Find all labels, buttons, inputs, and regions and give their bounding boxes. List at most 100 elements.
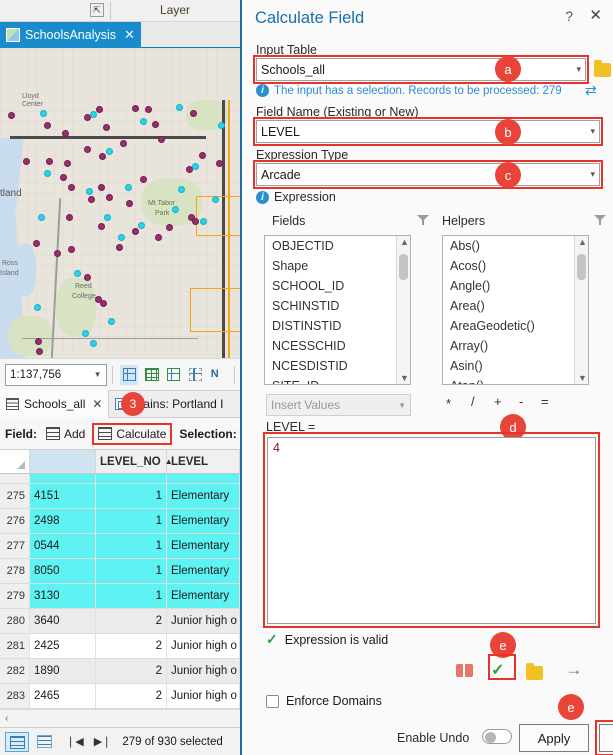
school-point[interactable] — [36, 348, 43, 355]
helper-list-item[interactable]: Atan() — [443, 376, 588, 384]
fields-filter-icon[interactable] — [417, 214, 429, 226]
cell-id[interactable]: 3640 — [30, 609, 96, 633]
map-canvas[interactable]: Lloyd Center Mt Tabor Park tland Ross Is… — [0, 48, 240, 358]
school-point[interactable] — [103, 124, 110, 131]
school-point[interactable] — [60, 174, 67, 181]
school-point[interactable] — [44, 122, 51, 129]
insert-values-combo[interactable]: Insert Values ▼ — [266, 394, 411, 416]
add-field-button[interactable]: Add — [42, 425, 89, 443]
selected-school-point[interactable] — [74, 270, 81, 277]
table-row[interactable] — [0, 474, 240, 484]
enforce-domains-row[interactable]: Enforce Domains — [266, 694, 382, 708]
school-point[interactable] — [216, 160, 223, 167]
selected-school-point[interactable] — [82, 330, 89, 337]
school-point[interactable] — [152, 121, 159, 128]
help-icon[interactable]: ? — [565, 8, 573, 24]
selected-school-point[interactable] — [106, 148, 113, 155]
school-point[interactable] — [64, 160, 71, 167]
school-point[interactable] — [100, 300, 107, 307]
table-row[interactable]: 280 3640 2 Junior high o — [0, 609, 240, 634]
open-icon[interactable] — [526, 663, 544, 680]
field-list-item[interactable]: DISTINSTID — [265, 316, 410, 336]
school-point[interactable] — [35, 338, 42, 345]
cell-level[interactable]: Junior high o — [167, 659, 240, 683]
selected-school-point[interactable] — [34, 304, 41, 311]
cell-id[interactable]: 1890 — [30, 659, 96, 683]
operator-minus-button[interactable]: - — [519, 394, 523, 409]
table-row[interactable]: 278 8050 1 Elementary — [0, 559, 240, 584]
cell-level[interactable]: Junior high o — [167, 684, 240, 708]
school-point[interactable] — [62, 130, 69, 137]
school-point[interactable] — [155, 234, 162, 241]
selected-school-point[interactable] — [44, 170, 51, 177]
school-point[interactable] — [132, 228, 139, 235]
close-icon[interactable]: ✕ — [124, 27, 135, 43]
collapse-ribbon-icon[interactable]: ⇱ — [90, 3, 104, 17]
select-all-corner[interactable] — [0, 450, 30, 473]
refresh-icon[interactable]: ⇄ — [585, 82, 597, 99]
next-record-button[interactable]: ▶❘ — [94, 735, 112, 748]
create-features-icon[interactable] — [119, 364, 138, 385]
cell-id[interactable]: 8050 — [30, 559, 96, 583]
school-point[interactable] — [99, 153, 106, 160]
table-row[interactable]: 277 0544 1 Elementary — [0, 534, 240, 559]
cell-level-no[interactable]: 1 — [96, 559, 167, 583]
export-icon[interactable]: → — [565, 660, 582, 680]
school-point[interactable] — [192, 218, 199, 225]
school-point[interactable] — [46, 158, 53, 165]
selected-school-point[interactable] — [172, 206, 179, 213]
apply-button[interactable]: Apply — [519, 724, 589, 752]
selected-school-point[interactable] — [140, 118, 147, 125]
table-tab-schools-all[interactable]: Schools_all ✕ — [0, 390, 110, 418]
field-list-item[interactable]: SCHOOL_ID — [265, 276, 410, 296]
browse-folder-icon[interactable] — [594, 60, 611, 77]
table-row[interactable]: 276 2498 1 Elementary — [0, 509, 240, 534]
chevron-down-icon[interactable]: ▼ — [94, 370, 102, 379]
helper-list-item[interactable]: Array() — [443, 336, 588, 356]
school-point[interactable] — [68, 246, 75, 253]
selected-school-point[interactable] — [212, 196, 219, 203]
cell-level[interactable]: Elementary — [167, 484, 240, 508]
cell-level-no[interactable]: 2 — [96, 684, 167, 708]
selected-school-point[interactable] — [138, 222, 145, 229]
selected-school-point[interactable] — [38, 214, 45, 221]
cell-level[interactable]: Elementary — [167, 509, 240, 533]
helpers-filter-icon[interactable] — [594, 214, 606, 226]
school-point[interactable] — [88, 196, 95, 203]
selected-school-point[interactable] — [176, 104, 183, 111]
selected-school-point[interactable] — [108, 318, 115, 325]
cell-level[interactable]: Elementary — [167, 559, 240, 583]
school-point[interactable] — [23, 158, 30, 165]
helper-list-item[interactable]: Angle() — [443, 276, 588, 296]
cell-id[interactable] — [30, 474, 96, 483]
table-view-icon[interactable] — [5, 731, 29, 752]
school-point[interactable] — [132, 105, 139, 112]
cell-id[interactable]: 2498 — [30, 509, 96, 533]
cell-level[interactable]: Junior high o — [167, 634, 240, 658]
map-scale-combo[interactable]: 1:137,756 ▼ — [5, 363, 107, 386]
scroll-thumb[interactable] — [577, 254, 586, 280]
close-icon[interactable]: ✕ — [589, 6, 602, 24]
selected-school-point[interactable] — [90, 111, 97, 118]
cell-level-no[interactable]: 1 — [96, 509, 167, 533]
helper-list-item[interactable]: Area() — [443, 296, 588, 316]
selected-school-point[interactable] — [125, 184, 132, 191]
cell-level-no[interactable] — [96, 474, 167, 483]
school-point[interactable] — [66, 214, 73, 221]
cell-level-no[interactable]: 2 — [96, 634, 167, 658]
school-point[interactable] — [54, 250, 61, 257]
operator-divide-button[interactable]: / — [471, 394, 475, 409]
school-point[interactable] — [96, 106, 103, 113]
first-record-button[interactable]: ❘◀ — [66, 735, 84, 748]
school-point[interactable] — [120, 140, 127, 147]
school-point[interactable] — [126, 200, 133, 207]
school-point[interactable] — [84, 146, 91, 153]
scroll-down-icon[interactable]: ▼ — [400, 373, 409, 383]
field-list-item[interactable]: OBJECTID — [265, 236, 410, 256]
close-icon[interactable]: ✕ — [92, 397, 102, 411]
operator-plus-button[interactable]: + — [494, 394, 502, 409]
scroll-up-icon[interactable]: ▲ — [400, 237, 409, 247]
school-point[interactable] — [158, 136, 165, 143]
measure-icon[interactable] — [164, 365, 182, 385]
column-header-level[interactable]: LEVEL — [167, 450, 240, 473]
